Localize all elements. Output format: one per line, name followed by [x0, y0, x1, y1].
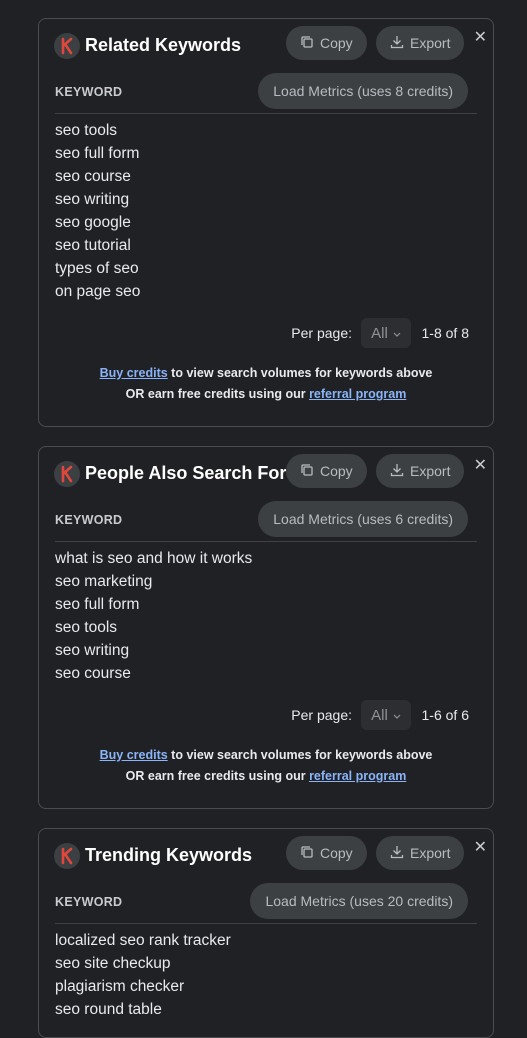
k-logo-icon — [54, 33, 80, 59]
list-item: seo site checkup — [55, 955, 171, 972]
list-item: types of seo — [55, 260, 139, 277]
list-item: seo google — [55, 214, 131, 231]
credits-notice: Buy credits to view search volumes for k… — [39, 733, 493, 787]
list-item: plagiarism checker — [55, 978, 185, 995]
load-metrics-button[interactable]: Load Metrics (uses 6 credits) — [258, 501, 468, 537]
k-logo-icon — [54, 843, 80, 869]
panel-header: Trending Keywords Copy Export ✕ — [39, 829, 493, 877]
related-keywords-panel: Related Keywords Copy Export ✕ KEYWORD L… — [38, 18, 494, 427]
list-item: seo course — [55, 168, 131, 185]
copy-label: Copy — [320, 463, 353, 479]
per-page-label: Per page: — [291, 325, 352, 341]
download-icon — [390, 35, 404, 52]
per-page-value: All — [371, 706, 388, 724]
load-metrics-button[interactable]: Load Metrics (uses 20 credits) — [250, 883, 468, 919]
per-page-select[interactable]: All — [361, 318, 411, 348]
buy-credits-text: to view search volumes for keywords abov… — [167, 366, 433, 380]
list-item: seo full form — [55, 596, 140, 613]
panel-header: Related Keywords Copy Export ✕ — [39, 19, 493, 67]
keyword-list: localized seo rank tracker seo site chec… — [39, 924, 493, 1021]
load-metrics-button[interactable]: Load Metrics (uses 8 credits) — [258, 73, 468, 109]
export-button[interactable]: Export — [376, 836, 465, 870]
per-page-value: All — [371, 324, 388, 342]
earn-credits-text: OR earn free credits using our — [125, 769, 310, 783]
list-item: what is seo and how it works — [55, 550, 253, 567]
pagination: Per page: All 1-6 of 6 — [39, 693, 493, 733]
buy-credits-link[interactable]: Buy credits — [100, 748, 168, 762]
copy-icon — [300, 463, 314, 480]
people-also-search-panel: People Also Search For Copy Export ✕ KEY… — [38, 446, 494, 809]
copy-icon — [300, 35, 314, 52]
download-icon — [390, 463, 404, 480]
copy-button[interactable]: Copy — [286, 26, 367, 60]
keyword-column-header: KEYWORD — [55, 513, 123, 527]
table-header: KEYWORD Load Metrics (uses 8 credits) — [39, 67, 493, 113]
referral-program-link[interactable]: referral program — [309, 387, 406, 401]
chevron-down-icon — [393, 707, 401, 724]
copy-label: Copy — [320, 845, 353, 861]
list-item: seo tutorial — [55, 237, 131, 254]
credits-notice: Buy credits to view search volumes for k… — [39, 351, 493, 405]
pagination: Per page: All 1-8 of 8 — [39, 311, 493, 351]
close-icon[interactable]: ✕ — [474, 27, 487, 47]
close-icon[interactable]: ✕ — [474, 455, 487, 475]
copy-label: Copy — [320, 35, 353, 51]
list-item: seo writing — [55, 191, 130, 208]
export-label: Export — [410, 845, 451, 861]
referral-program-link[interactable]: referral program — [309, 769, 406, 783]
list-item: seo writing — [55, 642, 130, 659]
export-button[interactable]: Export — [376, 26, 465, 60]
page-range: 1-6 of 6 — [421, 707, 469, 723]
per-page-select[interactable]: All — [361, 700, 411, 730]
chevron-down-icon — [393, 325, 401, 342]
panel-header: People Also Search For Copy Export ✕ — [39, 447, 493, 495]
close-icon[interactable]: ✕ — [474, 837, 487, 857]
list-item: seo tools — [55, 122, 118, 139]
page-range: 1-8 of 8 — [421, 325, 469, 341]
list-item: seo round table — [55, 1001, 162, 1018]
panel-title: Related Keywords — [85, 35, 242, 55]
copy-icon — [300, 845, 314, 862]
earn-credits-text: OR earn free credits using our — [125, 387, 310, 401]
keyword-list: what is seo and how it works seo marketi… — [39, 542, 493, 685]
list-item: seo marketing — [55, 573, 153, 590]
export-button[interactable]: Export — [376, 454, 465, 488]
download-icon — [390, 845, 404, 862]
table-header: KEYWORD Load Metrics (uses 20 credits) — [39, 877, 493, 923]
trending-keywords-panel: Trending Keywords Copy Export ✕ KEYWORD … — [38, 828, 494, 1038]
list-item: seo full form — [55, 145, 140, 162]
export-label: Export — [410, 463, 451, 479]
export-label: Export — [410, 35, 451, 51]
copy-button[interactable]: Copy — [286, 454, 367, 488]
keyword-column-header: KEYWORD — [55, 895, 123, 909]
k-logo-icon — [54, 461, 80, 487]
buy-credits-link[interactable]: Buy credits — [100, 366, 168, 380]
list-item: seo tools — [55, 619, 118, 636]
list-item: on page seo — [55, 283, 141, 300]
keyword-list: seo tools seo full form seo course seo w… — [39, 114, 493, 303]
panel-title: Trending Keywords — [85, 845, 253, 865]
list-item: seo course — [55, 665, 131, 682]
panel-title: People Also Search For — [85, 463, 287, 483]
list-item: localized seo rank tracker — [55, 932, 231, 949]
buy-credits-text: to view search volumes for keywords abov… — [167, 748, 433, 762]
copy-button[interactable]: Copy — [286, 836, 367, 870]
keyword-column-header: KEYWORD — [55, 85, 123, 99]
table-header: KEYWORD Load Metrics (uses 6 credits) — [39, 495, 493, 541]
per-page-label: Per page: — [291, 707, 352, 723]
